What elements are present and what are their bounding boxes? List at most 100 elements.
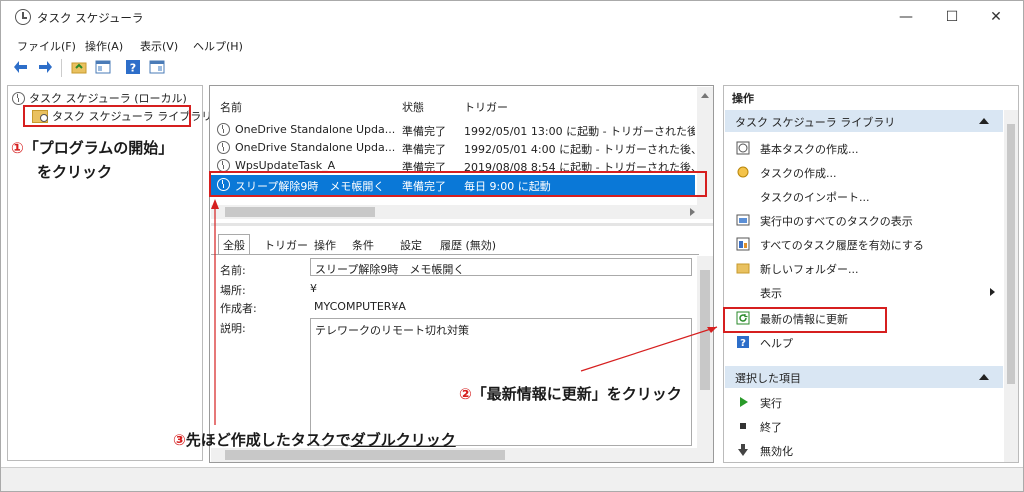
- action-create-basic-task[interactable]: 基本タスクの作成...: [724, 136, 1002, 160]
- action-create-task[interactable]: タスクの作成...: [724, 160, 1002, 184]
- menu-view[interactable]: 表示(V): [140, 38, 178, 54]
- action-new-folder[interactable]: 新しいフォルダー...: [724, 256, 1002, 280]
- show-hide-console-tree-icon[interactable]: [95, 59, 111, 75]
- create-task-icon: [737, 166, 749, 178]
- name-value: スリープ解除9時 メモ帳開く: [315, 263, 465, 276]
- tab-underline: [211, 254, 699, 255]
- collapse-triangle-icon[interactable]: [979, 374, 989, 380]
- scroll-thumb[interactable]: [700, 270, 710, 390]
- show-hide-action-pane-icon[interactable]: [149, 59, 165, 75]
- tab-settings[interactable]: 設定: [400, 237, 422, 253]
- scroll-thumb[interactable]: [225, 207, 375, 217]
- scroll-thumb[interactable]: [1007, 124, 1015, 384]
- annotation-1-number: ①: [11, 139, 24, 157]
- annotation-3: ③先ほど作成したタスクでダブルクリック: [173, 429, 456, 450]
- table-row[interactable]: OneDrive Standalone Upda... 準備完了 1992/05…: [211, 120, 695, 140]
- tab-history[interactable]: 履歴 (無効): [440, 237, 496, 253]
- collapse-triangle-icon[interactable]: [979, 118, 989, 124]
- help-icon[interactable]: ?: [125, 59, 141, 75]
- help-icon: ?: [737, 336, 749, 349]
- section-title: 選択した項目: [735, 372, 801, 385]
- action-view[interactable]: 表示: [724, 280, 1002, 304]
- annotation-3-number: ③: [173, 431, 186, 449]
- action-label: タスクのインポート...: [760, 191, 870, 204]
- tab-triggers[interactable]: トリガー: [264, 237, 308, 253]
- window-title: タスク スケジューラ: [37, 11, 144, 25]
- menu-help[interactable]: ヘルプ(H): [193, 38, 243, 54]
- action-label: 基本タスクの作成...: [760, 143, 859, 156]
- details-horizontal-scrollbar[interactable]: [211, 448, 697, 462]
- annotation-2: ②「最新情報に更新」をクリック: [459, 383, 682, 404]
- description-field[interactable]: テレワークのリモート切れ対策: [310, 318, 692, 446]
- forward-arrow-icon[interactable]: [37, 59, 53, 75]
- task-trigger: 1992/05/01 13:00 に起動 - トリガーされた後、1: [464, 125, 695, 138]
- highlight-refresh: [723, 307, 887, 333]
- folder-icon: [736, 263, 750, 274]
- action-label: 表示: [760, 287, 782, 300]
- menu-file[interactable]: ファイル(F): [17, 38, 76, 54]
- pane-splitter[interactable]: [211, 223, 713, 226]
- menu-bar: ファイル(F) 操作(A) 表示(V) ヘルプ(H): [1, 33, 1023, 55]
- action-label: 終了: [760, 421, 782, 434]
- action-help[interactable]: ? ヘルプ: [724, 330, 1002, 354]
- back-arrow-icon[interactable]: [13, 59, 29, 75]
- column-header-name[interactable]: 名前: [220, 99, 242, 115]
- action-run[interactable]: 実行: [724, 390, 1002, 414]
- annotation-1-line-1: ①「プログラムの開始」: [11, 137, 173, 158]
- annotation-2-text: 「最新情報に更新」をクリック: [471, 385, 682, 403]
- column-header-status[interactable]: 状態: [402, 99, 424, 115]
- actions-vertical-scrollbar[interactable]: [1004, 110, 1018, 462]
- action-enable-history[interactable]: すべてのタスク履歴を有効にする: [724, 232, 1002, 256]
- location-value: ¥: [310, 282, 317, 295]
- action-label: すべてのタスク履歴を有効にする: [760, 239, 924, 252]
- task-scheduler-clock-icon: [15, 9, 31, 25]
- annotation-2-number: ②: [459, 385, 472, 403]
- description-value: テレワークのリモート切れ対策: [315, 324, 469, 337]
- window-frame: タスク スケジューラ — ☐ ✕ ファイル(F) 操作(A) 表示(V) ヘルプ…: [0, 0, 1024, 492]
- scroll-up-arrow-icon[interactable]: [701, 93, 709, 98]
- running-tasks-icon: [736, 214, 750, 226]
- action-label: タスクの作成...: [760, 167, 837, 180]
- tree-item-label: タスク スケジューラ (ローカル): [29, 92, 187, 105]
- svg-text:?: ?: [130, 62, 136, 75]
- action-label: 無効化: [760, 445, 793, 458]
- maximize-button[interactable]: ☐: [929, 3, 975, 31]
- name-field[interactable]: スリープ解除9時 メモ帳開く: [310, 258, 692, 276]
- history-icon: [736, 237, 750, 251]
- highlight-created-task: [209, 171, 707, 197]
- tab-actions[interactable]: 操作: [314, 237, 336, 253]
- table-row[interactable]: OneDrive Standalone Upda... 準備完了 1992/05…: [211, 138, 695, 158]
- section-header-library[interactable]: タスク スケジューラ ライブラリ: [725, 110, 1003, 132]
- action-disable[interactable]: 無効化: [724, 438, 1002, 462]
- scroll-thumb[interactable]: [225, 450, 505, 460]
- section-title: タスク スケジューラ ライブラリ: [735, 116, 896, 129]
- close-button[interactable]: ✕: [973, 3, 1019, 31]
- toolbar: ?: [1, 55, 1023, 81]
- action-display-running[interactable]: 実行中のすべてのタスクの表示: [724, 208, 1002, 232]
- scroll-right-arrow-icon[interactable]: [690, 208, 695, 216]
- action-label: 新しいフォルダー...: [760, 263, 859, 276]
- task-clock-icon: [217, 141, 230, 154]
- details-vertical-scrollbar[interactable]: [697, 256, 713, 462]
- author-label: 作成者:: [220, 302, 257, 315]
- action-end[interactable]: 終了: [724, 414, 1002, 438]
- tree-item-local[interactable]: タスク スケジューラ (ローカル): [12, 90, 187, 106]
- folder-up-icon[interactable]: [71, 59, 87, 75]
- task-scheduler-clock-icon: [12, 91, 25, 105]
- task-status: 準備完了: [402, 125, 446, 138]
- task-status: 準備完了: [402, 143, 446, 156]
- task-trigger: 1992/05/01 4:00 に起動 - トリガーされた後、1.C: [464, 143, 695, 156]
- tab-conditions[interactable]: 条件: [352, 237, 374, 253]
- tab-general[interactable]: 全般: [218, 234, 250, 255]
- action-label: 実行: [760, 397, 782, 410]
- column-header-trigger[interactable]: トリガー: [464, 99, 508, 115]
- action-import-task[interactable]: タスクのインポート...: [724, 184, 1002, 208]
- submenu-arrow-icon: [990, 288, 995, 296]
- menu-action[interactable]: 操作(A): [85, 38, 123, 54]
- disable-icon: [738, 444, 748, 456]
- minimize-button[interactable]: —: [883, 3, 929, 31]
- task-list-horizontal-scrollbar[interactable]: [211, 205, 713, 219]
- description-label: 説明:: [220, 322, 246, 335]
- section-header-selected[interactable]: 選択した項目: [725, 366, 1003, 388]
- svg-text:?: ?: [740, 338, 746, 349]
